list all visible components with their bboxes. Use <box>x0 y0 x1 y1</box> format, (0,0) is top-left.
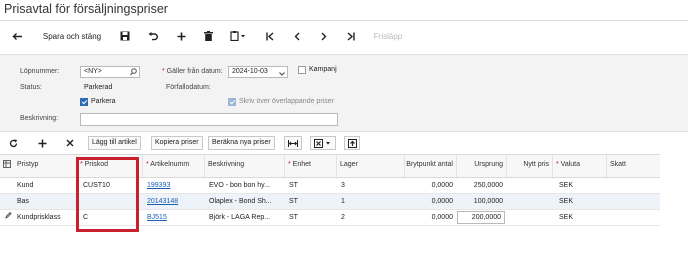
col-enhet[interactable]: * Enhet <box>284 155 336 179</box>
cell-valuta[interactable]: SEK <box>556 210 606 226</box>
cell-pristyp[interactable]: Bas <box>14 194 76 210</box>
save-close-label: Spara och stäng <box>42 31 102 41</box>
delete-icon[interactable] <box>199 26 217 46</box>
cell-brytpunkt[interactable]: 0,0000 <box>404 210 456 226</box>
col-lager[interactable]: Lager <box>336 155 404 179</box>
col-enhet-text: Enhet <box>292 161 311 168</box>
row-selector-icon[interactable] <box>0 155 14 179</box>
add-row-icon[interactable] <box>35 136 49 150</box>
cell-ursprung[interactable]: 250,0000 <box>456 178 506 194</box>
cell-skatt[interactable] <box>608 210 660 226</box>
galler-label-text: Gäller från datum: <box>166 68 223 75</box>
cell-artikel-link[interactable]: 199393 <box>144 178 204 194</box>
upload-icon[interactable] <box>344 136 360 150</box>
add-icon[interactable] <box>172 26 190 46</box>
title-divider <box>0 20 688 21</box>
cell-beskrivning[interactable]: Björk - LAGA Rep... <box>206 210 284 226</box>
status-value: Parkerad <box>84 84 113 91</box>
cell-artikel-link[interactable]: BJ515 <box>144 210 204 226</box>
last-record-icon[interactable] <box>343 26 359 46</box>
save-icon[interactable] <box>116 26 134 46</box>
cell-skatt[interactable] <box>608 178 660 194</box>
galler-label: * Gäller från datum: <box>162 68 223 75</box>
lopnummer-value: <NY> <box>84 68 102 75</box>
copy-paste-icon[interactable] <box>226 26 250 46</box>
cell-lager[interactable]: 3 <box>338 178 404 194</box>
cell-ursprung[interactable]: 100,0000 <box>456 194 506 210</box>
cell-skatt[interactable] <box>608 194 660 210</box>
cell-brytpunkt[interactable]: 0,0000 <box>404 178 456 194</box>
add-article-button[interactable]: Lägg till artikel <box>88 136 141 150</box>
lopnummer-label: Löpnummer: <box>20 68 60 75</box>
search-icon[interactable] <box>130 68 137 80</box>
beskrivning-input[interactable] <box>80 113 338 126</box>
kampanj-checkbox[interactable] <box>298 66 306 74</box>
cell-nytt-pris[interactable] <box>506 194 552 210</box>
cell-artikel-link[interactable]: 20143148 <box>144 194 204 210</box>
col-skatt[interactable]: Skatt <box>606 155 660 179</box>
cell-enhet[interactable]: ST <box>286 178 336 194</box>
parkera-checkbox[interactable] <box>80 98 88 106</box>
back-arrow-icon[interactable] <box>8 26 26 46</box>
priskod-highlight-box <box>76 157 139 232</box>
cell-pristyp[interactable]: Kundprisklass <box>14 210 76 226</box>
grid-toolbar: Lägg till artikel Kopiera priser Beräkna… <box>0 136 688 150</box>
cell-nytt-pris[interactable] <box>506 210 552 226</box>
undo-icon[interactable] <box>144 26 162 46</box>
copy-prices-button[interactable]: Kopiera priser <box>151 136 203 150</box>
main-toolbar: Spara och stäng Frisläpp <box>0 26 688 46</box>
col-brytpunkt[interactable]: Brytpunkt antal <box>404 155 456 179</box>
col-artikelnummer[interactable]: * Artikelnumm <box>142 155 204 179</box>
cell-brytpunkt[interactable]: 0,0000 <box>404 194 456 210</box>
kampanj-label: Kampanj <box>309 66 337 73</box>
cell-enhet[interactable]: ST <box>286 194 336 210</box>
col-ursprung[interactable]: Ursprung <box>456 155 506 179</box>
cell-valuta[interactable]: SEK <box>556 194 606 210</box>
beskrivning-label: Beskrivning: <box>20 115 59 122</box>
cell-beskrivning[interactable]: Olaplex - Bond Sh... <box>206 194 284 210</box>
export-excel-icon[interactable] <box>310 136 336 150</box>
cell-nytt-pris[interactable] <box>506 178 552 194</box>
cell-lager[interactable]: 1 <box>338 194 404 210</box>
cell-beskrivning[interactable]: EVO - bon bon hy... <box>206 178 284 194</box>
previous-record-icon[interactable] <box>289 26 305 46</box>
galler-date-input[interactable]: 2024-10-03 <box>228 66 288 78</box>
skriv-over-label: Skriv över överlappande priser <box>239 98 334 105</box>
calc-prices-button[interactable]: Beräkna nya priser <box>208 136 275 150</box>
fit-columns-icon[interactable] <box>284 136 302 150</box>
cell-pristyp[interactable]: Kund <box>14 178 76 194</box>
col-beskrivning[interactable]: Beskrivning <box>204 155 284 179</box>
release-button[interactable]: Frisläpp <box>368 26 408 46</box>
document-header-form: Löpnummer: <NY> Status: Parkerad Parkera… <box>0 54 688 132</box>
galler-date-value: 2024-10-03 <box>232 68 268 75</box>
skriv-over-checkbox[interactable] <box>228 98 236 106</box>
col-artikelnummer-text: Artikelnumm <box>150 161 190 168</box>
first-record-icon[interactable] <box>262 26 278 46</box>
col-pristyp[interactable]: Pristyp <box>14 155 76 179</box>
cell-lager[interactable]: 2 <box>338 210 404 226</box>
page-title: Prisavtal för försäljningspriser <box>4 2 168 16</box>
cell-ursprung-edit[interactable]: 200,0000 <box>457 211 505 224</box>
status-label: Status: <box>20 84 42 91</box>
lopnummer-input[interactable]: <NY> <box>80 66 140 78</box>
col-nytt-pris[interactable]: Nytt pris <box>506 155 552 179</box>
refresh-icon[interactable] <box>6 136 20 150</box>
next-record-icon[interactable] <box>316 26 332 46</box>
release-label: Frisläpp <box>373 31 403 41</box>
delete-row-icon[interactable] <box>63 136 77 150</box>
cell-enhet[interactable]: ST <box>286 210 336 226</box>
save-close-button[interactable]: Spara och stäng <box>36 26 108 46</box>
edit-pencil-icon[interactable] <box>2 210 14 226</box>
cell-valuta[interactable]: SEK <box>556 178 606 194</box>
chevron-down-icon[interactable] <box>279 70 285 80</box>
col-valuta-text: Valuta <box>560 161 581 168</box>
col-valuta[interactable]: * Valuta <box>552 155 606 179</box>
forfall-label: Förfallodatum: <box>166 84 211 91</box>
parkera-label: Parkera <box>91 98 116 105</box>
